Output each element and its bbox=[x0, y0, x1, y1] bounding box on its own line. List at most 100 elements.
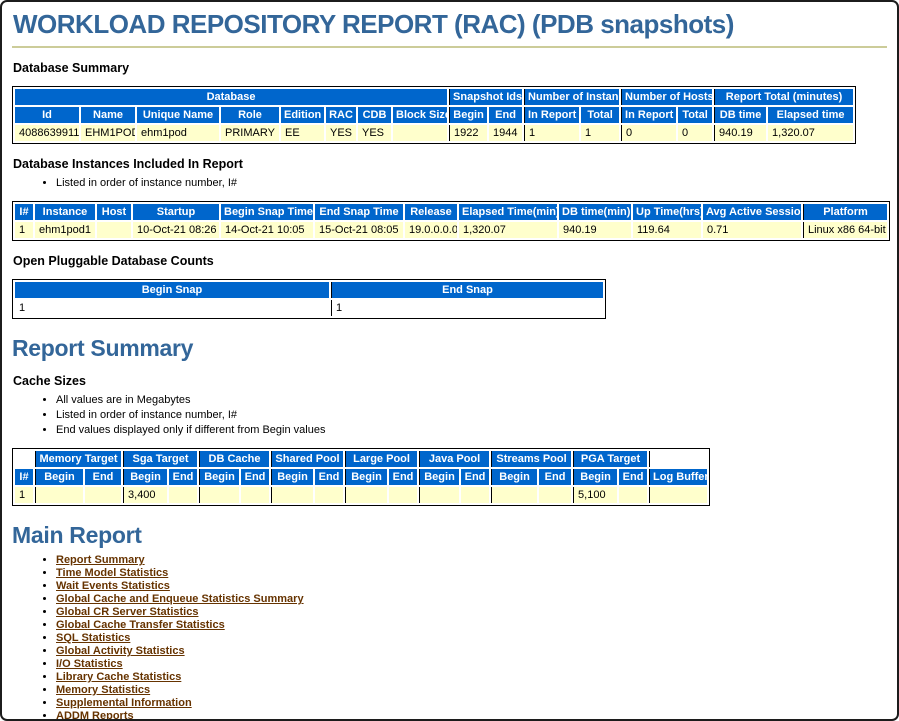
column-header: Total bbox=[678, 107, 712, 123]
table-cell bbox=[271, 487, 313, 503]
note-item: Listed in order of instance number, I# bbox=[56, 177, 887, 190]
column-header: I# bbox=[15, 204, 33, 220]
heading-main-report: Main Report bbox=[12, 522, 887, 548]
table-cell: 10-Oct-21 08:26 bbox=[133, 222, 219, 238]
table-cell: 14-Oct-21 10:05 bbox=[221, 222, 313, 238]
table-cell: Linux x86 64-bit bbox=[803, 222, 887, 238]
link-io-statistics[interactable]: I/O Statistics bbox=[56, 658, 123, 670]
column-header: Begin bbox=[345, 469, 387, 485]
link-wait-events-statistics[interactable]: Wait Events Statistics bbox=[56, 580, 170, 592]
notes-list: Listed in order of instance number, I# bbox=[56, 177, 887, 190]
heading-cache-sizes: Cache Sizes bbox=[13, 374, 887, 388]
heading-database-instances: Database Instances Included In Report bbox=[13, 157, 887, 171]
list-item: Global CR Server Statistics bbox=[56, 606, 887, 619]
column-header: Begin Snap Time bbox=[221, 204, 313, 220]
group-header: PGA Target bbox=[573, 451, 647, 467]
link-memory-statistics[interactable]: Memory Statistics bbox=[56, 684, 150, 696]
group-header-row: Memory Target Sga Target DB Cache Shared… bbox=[15, 451, 707, 467]
table-cell: 1,320.07 bbox=[459, 222, 557, 238]
list-item: Global Cache and Enqueue Statistics Summ… bbox=[56, 593, 887, 606]
column-header: Avg Active Sessions bbox=[703, 204, 801, 220]
table-cell: 1 bbox=[15, 487, 33, 503]
table-cell: 19.0.0.0.0 bbox=[405, 222, 457, 238]
column-header: End Snap bbox=[331, 282, 603, 298]
column-header: In Report bbox=[621, 107, 676, 123]
list-item: Time Model Statistics bbox=[56, 567, 887, 580]
table-cell: 4088639911 bbox=[15, 125, 79, 141]
column-header: Startup bbox=[133, 204, 219, 220]
link-global-activity-statistics[interactable]: Global Activity Statistics bbox=[56, 645, 185, 657]
list-item: Library Cache Statistics bbox=[56, 671, 887, 684]
table-cell bbox=[389, 487, 417, 503]
database-instances-table: I# Instance Host Startup Begin Snap Time… bbox=[12, 201, 890, 241]
column-header: Begin bbox=[419, 469, 459, 485]
table-cell: 15-Oct-21 08:05 bbox=[315, 222, 403, 238]
table-cell bbox=[199, 487, 239, 503]
table-cell bbox=[241, 487, 269, 503]
column-header: Log Buffer bbox=[649, 469, 707, 485]
column-header: Begin bbox=[199, 469, 239, 485]
table-cell: PRIMARY bbox=[221, 125, 279, 141]
group-header: Streams Pool bbox=[491, 451, 571, 467]
column-header: Total bbox=[581, 107, 619, 123]
column-header-row: I# Begin End Begin End Begin End Begin E… bbox=[15, 469, 707, 485]
column-header: Host bbox=[97, 204, 131, 220]
database-summary-table: Database Snapshot Ids Number of Instance… bbox=[12, 86, 856, 144]
column-header: End bbox=[389, 469, 417, 485]
group-header: Number of Instances bbox=[524, 89, 619, 105]
link-addm-reports[interactable]: ADDM Reports bbox=[56, 710, 134, 721]
group-header: Java Pool bbox=[419, 451, 489, 467]
table-cell: 119.64 bbox=[633, 222, 701, 238]
column-header: DB time(min) bbox=[559, 204, 631, 220]
table-cell bbox=[315, 487, 343, 503]
link-global-cache-transfer-statistics[interactable]: Global Cache Transfer Statistics bbox=[56, 619, 225, 631]
column-header: In Report bbox=[524, 107, 579, 123]
column-header: DB time bbox=[714, 107, 766, 123]
table-row: 1 1 bbox=[15, 300, 603, 316]
link-time-model-statistics[interactable]: Time Model Statistics bbox=[56, 567, 168, 579]
table-cell: 1 bbox=[15, 222, 33, 238]
table-cell: ehm1pod1 bbox=[35, 222, 95, 238]
report-page: WORKLOAD REPOSITORY REPORT (RAC) (PDB sn… bbox=[0, 0, 899, 721]
pluggable-counts-table: Begin Snap End Snap 1 1 bbox=[12, 279, 606, 319]
column-header: I# bbox=[15, 469, 33, 485]
list-item: Memory Statistics bbox=[56, 684, 887, 697]
list-item: ADDM Reports bbox=[56, 710, 887, 721]
table-row: 1 ehm1pod1 10-Oct-21 08:26 14-Oct-21 10:… bbox=[15, 222, 887, 238]
link-global-cr-server-statistics[interactable]: Global CR Server Statistics bbox=[56, 606, 198, 618]
table-cell: 1 bbox=[524, 125, 579, 141]
column-header: End bbox=[489, 107, 522, 123]
table-cell: 1 bbox=[15, 300, 329, 316]
group-header: Database bbox=[15, 89, 447, 105]
main-report-links: Report Summary Time Model Statistics Wai… bbox=[56, 554, 887, 721]
column-header: Begin Snap bbox=[15, 282, 329, 298]
link-sql-statistics[interactable]: SQL Statistics bbox=[56, 632, 130, 644]
table-cell bbox=[649, 487, 707, 503]
table-cell bbox=[619, 487, 647, 503]
column-header: Role bbox=[221, 107, 279, 123]
cache-sizes-table: Memory Target Sga Target DB Cache Shared… bbox=[12, 448, 710, 506]
link-global-cache-enqueue-summary[interactable]: Global Cache and Enqueue Statistics Summ… bbox=[56, 593, 304, 605]
note-item: Listed in order of instance number, I# bbox=[56, 409, 887, 422]
list-item: Global Cache Transfer Statistics bbox=[56, 619, 887, 632]
heading-report-summary: Report Summary bbox=[12, 335, 887, 361]
column-header: Platform bbox=[803, 204, 887, 220]
column-header: Elapsed time bbox=[768, 107, 853, 123]
group-header-row: Database Snapshot Ids Number of Instance… bbox=[15, 89, 853, 105]
table-cell: 1944 bbox=[489, 125, 522, 141]
table-cell bbox=[461, 487, 489, 503]
table-cell: EE bbox=[281, 125, 324, 141]
table-cell bbox=[169, 487, 197, 503]
column-header: Unique Name bbox=[137, 107, 219, 123]
column-header: RAC bbox=[326, 107, 356, 123]
group-header: Shared Pool bbox=[271, 451, 343, 467]
group-header: Large Pool bbox=[345, 451, 417, 467]
link-supplemental-information[interactable]: Supplemental Information bbox=[56, 697, 192, 709]
table-cell bbox=[393, 125, 447, 141]
table-cell bbox=[35, 487, 83, 503]
link-report-summary[interactable]: Report Summary bbox=[56, 554, 145, 566]
table-cell bbox=[419, 487, 459, 503]
column-header: Release bbox=[405, 204, 457, 220]
link-library-cache-statistics[interactable]: Library Cache Statistics bbox=[56, 671, 181, 683]
column-header: End bbox=[539, 469, 571, 485]
